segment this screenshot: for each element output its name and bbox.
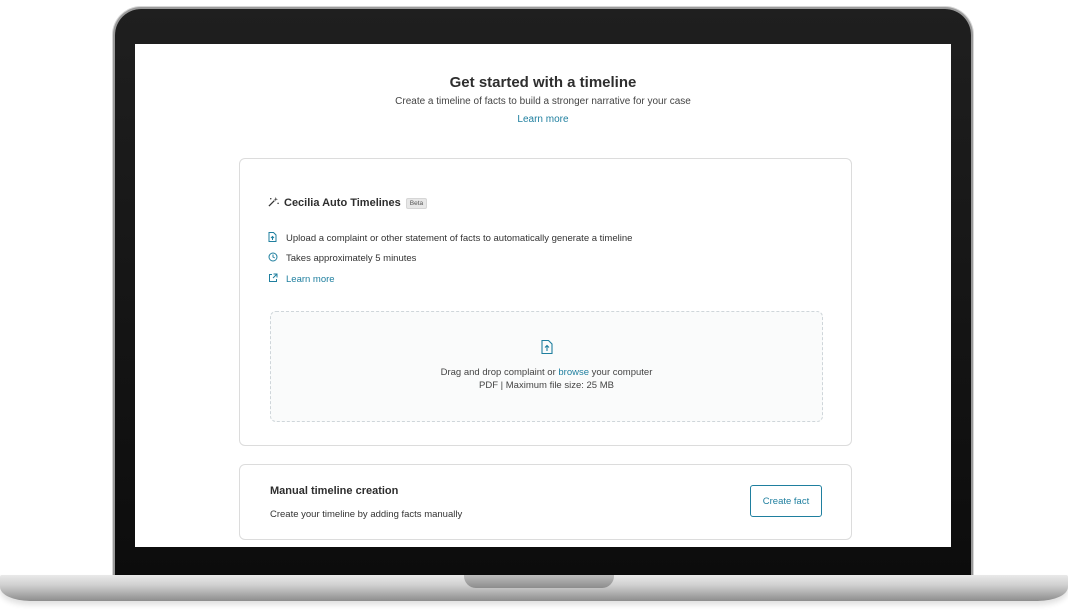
dropzone-suffix: your computer	[589, 367, 653, 378]
file-upload-icon	[271, 339, 822, 358]
file-dropzone[interactable]: Drag and drop complaint or browse your c…	[270, 311, 823, 422]
dropzone-prefix: Drag and drop complaint or	[440, 367, 559, 378]
dropzone-file-hint: PDF | Maximum file size: 25 MB	[479, 380, 614, 391]
feature-duration: Takes approximately 5 minutes	[268, 252, 416, 264]
laptop-screen: Get started with a timeline Create a tim…	[135, 44, 951, 547]
manual-timeline-subtitle: Create your timeline by adding facts man…	[270, 509, 463, 520]
magic-wand-icon	[268, 196, 284, 210]
dropzone-instructions: Drag and drop complaint or browse your c…	[271, 366, 822, 379]
beta-badge: Beta	[405, 197, 428, 209]
auto-timelines-title: Cecilia Auto Timelines	[284, 197, 401, 209]
laptop-notch	[464, 575, 614, 588]
document-upload-icon	[268, 232, 286, 244]
feature-upload-text: Upload a complaint or other statement of…	[286, 232, 633, 244]
create-fact-button[interactable]: Create fact	[750, 485, 822, 517]
external-link-icon	[268, 273, 286, 285]
hero-section: Get started with a timeline Create a tim…	[135, 73, 951, 127]
feature-learn-more-link[interactable]: Learn more	[268, 273, 335, 285]
page-subtitle: Create a timeline of facts to build a st…	[395, 96, 691, 107]
clock-icon	[268, 252, 286, 264]
manual-timeline-title: Manual timeline creation	[270, 485, 399, 497]
auto-timelines-header: Cecilia Auto Timelines Beta	[268, 196, 428, 210]
feature-duration-text: Takes approximately 5 minutes	[286, 252, 417, 264]
manual-timeline-card: Manual timeline creation Create your tim…	[239, 464, 852, 540]
browse-link[interactable]: browse	[558, 367, 589, 378]
feature-learn-more-text[interactable]: Learn more	[286, 274, 335, 285]
feature-upload: Upload a complaint or other statement of…	[268, 232, 632, 244]
auto-timelines-card: Cecilia Auto Timelines Beta Upload a com…	[239, 158, 852, 446]
hero-learn-more-link[interactable]: Learn more	[517, 113, 568, 127]
page-title: Get started with a timeline	[449, 74, 637, 91]
